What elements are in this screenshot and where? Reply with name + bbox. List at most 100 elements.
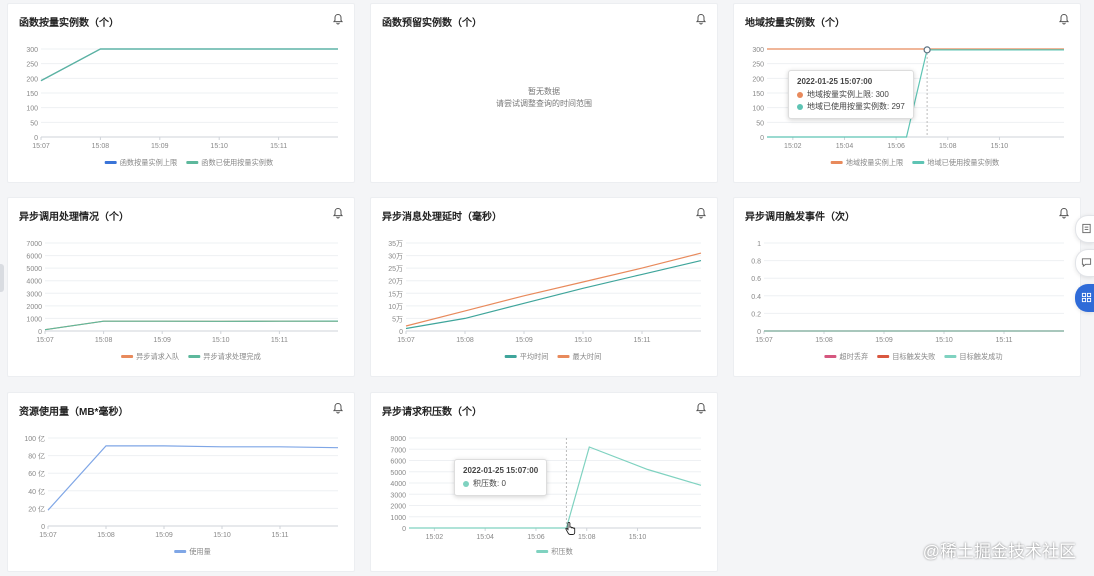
chart-tooltip: 2022-01-25 15:07:00 地域按量实例上限: 300 地域已使用按… [788,70,914,119]
y-tick-label: 7000 [390,447,406,454]
legend-label: 地域已使用按量实例数 [927,158,999,167]
legend-label: 函数按量实例上限 [120,158,178,167]
y-tick-label: 30万 [388,253,403,261]
y-tick-label: 150 [26,91,38,98]
y-tick-label: 5000 [26,266,42,273]
y-tick-label: 6000 [26,254,42,261]
side-doc-button[interactable] [1075,215,1094,243]
x-tick-label: 15:11 [272,532,289,539]
x-tick-label: 15:09 [875,337,893,344]
legend-swatch [186,161,199,164]
x-tick-label: 15:10 [210,143,228,150]
x-tick-label: 15:08 [578,534,596,541]
y-tick-label: 20万 [388,278,403,286]
x-tick-label: 15:02 [784,143,802,150]
y-tick-label: 25万 [388,265,403,273]
y-tick-label: 2000 [26,304,42,311]
x-tick-label: 15:09 [515,337,533,344]
y-tick-label: 250 [26,62,38,69]
y-tick-label: 60 亿 [28,469,45,478]
legend-swatch [557,355,570,358]
legend-label: 地域按量实例上限 [846,158,904,167]
document-icon [1082,223,1091,234]
x-tick-label: 15:07 [397,337,415,344]
x-tick-label: 15:08 [92,143,110,150]
chart-card: 资源使用量（MB*毫秒） 0 20 亿 40 亿 60 亿 80 亿 100 亿 15:07… [7,392,355,572]
legend-label: 异步请求入队 [136,352,179,361]
y-tick-label: 300 [752,47,764,54]
y-tick-label: 40 亿 [28,487,45,496]
y-tick-label: 0.4 [751,294,761,301]
x-tick-label: 15:11 [270,143,287,150]
y-tick-label: 200 [752,76,764,83]
y-tick-label: 3000 [390,492,406,499]
legend-label: 使用量 [189,547,211,556]
legend-label: 积压数 [551,547,573,556]
chart-card: 异步消息处理延时（毫秒） 0 5万 10万 15万 20万 25万 30万 35万 15:07 1… [370,197,718,377]
legend-swatch [536,550,549,553]
line-chart: 0 50 100 150 200 250 300 15:07 15:08 15:09 15:10 15… [26,47,338,167]
y-tick-label: 2000 [390,504,406,511]
tooltip-row-label: 地域已使用按量实例数: 297 [807,102,905,111]
series-line [40,48,338,82]
tooltip-title: 2022-01-25 15:07:00 [797,77,873,86]
legend-swatch [824,355,837,358]
y-tick-label: 300 [26,47,38,54]
x-tick-label: 15:10 [212,337,230,344]
y-tick-label: 150 [752,91,764,98]
y-tick-label: 6000 [390,459,406,466]
chart-card: 地域按量实例数（个） 0 50 100 150 200 250 300 15:02 15:04 1… [733,3,1081,183]
y-tick-label: 50 [30,120,38,127]
series-line [405,252,702,327]
x-tick-label: 15:11 [271,337,288,344]
empty-hint: 请尝试调整查询的时间范围 [496,99,592,108]
hand-cursor-icon [565,522,576,535]
watermark: @稀土掘金技术社区 [922,542,1076,561]
empty-title: 暂无数据 [528,87,560,96]
line-chart: 0 5万 10万 15万 20万 25万 30万 35万 15:07 15:08 15:09 15:1… [388,240,702,361]
legend-label: 目标触发失败 [892,352,935,361]
y-tick-label: 10万 [388,303,403,311]
x-tick-label: 15:06 [887,143,905,150]
y-tick-label: 20 亿 [28,504,45,513]
x-tick-label: 15:04 [836,143,854,150]
y-tick-label: 0.6 [751,276,761,283]
series-line [40,48,338,82]
x-tick-label: 15:09 [151,143,169,150]
y-tick-label: 0 [757,329,761,336]
hover-point [923,46,931,54]
series-line [44,320,339,331]
legend-swatch [877,355,890,358]
x-tick-label: 15:02 [426,534,444,541]
y-tick-label: 4000 [390,481,406,488]
tooltip-row: 积压数: 0 [463,478,538,490]
card-title: 函数预留实例数（个） [382,18,482,29]
chart-card: 函数按量实例数（个） 0 50 100 150 200 250 300 15:07 15:08 1… [7,3,355,183]
side-chat-button[interactable] [1075,249,1094,277]
x-tick-label: 15:08 [939,143,957,150]
y-tick-label: 1 [757,241,761,248]
bell-icon[interactable] [695,13,707,25]
tooltip-row: 地域按量实例上限: 300 [797,89,905,101]
tooltip-row-label: 积压数: 0 [473,479,506,488]
x-tick-label: 15:10 [991,143,1009,150]
y-tick-label: 0 [399,329,403,336]
y-tick-label: 250 [752,62,764,69]
x-tick-label: 15:07 [32,143,50,150]
y-tick-label: 1000 [26,316,42,323]
chart-card: 异步调用触发事件（次） 0 0.2 0.4 0.6 0.8 1 15:07 15:08 15:0… [733,197,1081,377]
x-tick-label: 15:11 [996,337,1013,344]
y-tick-label: 50 [756,120,764,127]
y-tick-label: 200 [26,76,38,83]
side-grid-button[interactable] [1075,284,1094,312]
collapse-handle[interactable] [0,264,4,292]
legend-swatch [944,355,957,358]
x-tick-label: 15:07 [39,532,57,539]
y-tick-label: 5万 [392,315,403,323]
x-tick-label: 15:08 [97,532,115,539]
x-tick-label: 15:10 [213,532,231,539]
chart-tooltip: 2022-01-25 15:07:00 积压数: 0 [454,459,548,496]
y-tick-label: 0 [402,526,406,533]
y-tick-label: 0.2 [751,311,761,318]
legend-label: 异步请求处理完成 [203,352,261,361]
